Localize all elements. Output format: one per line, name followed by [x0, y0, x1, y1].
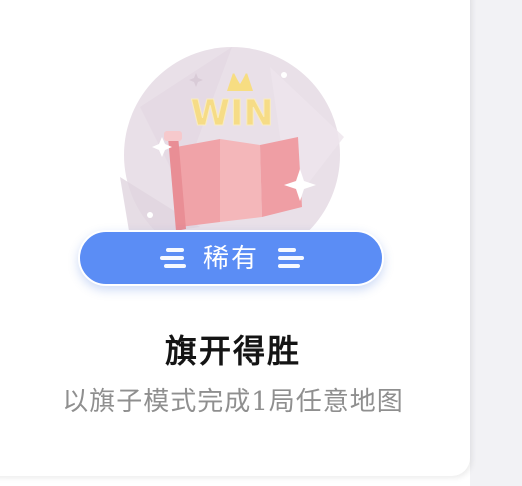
rarity-label: 稀有	[202, 244, 259, 274]
scroll-gutter	[470, 0, 522, 486]
stripes-right-icon	[278, 248, 304, 268]
achievement-title: 旗开得胜	[164, 332, 301, 370]
flag-win-badge-icon: WIN	[120, 47, 344, 237]
rarity-badge: 稀有	[78, 230, 384, 286]
achievement-description: 以旗子模式完成1局任意地图	[62, 387, 404, 417]
badge-win-text: WIN	[190, 93, 273, 134]
